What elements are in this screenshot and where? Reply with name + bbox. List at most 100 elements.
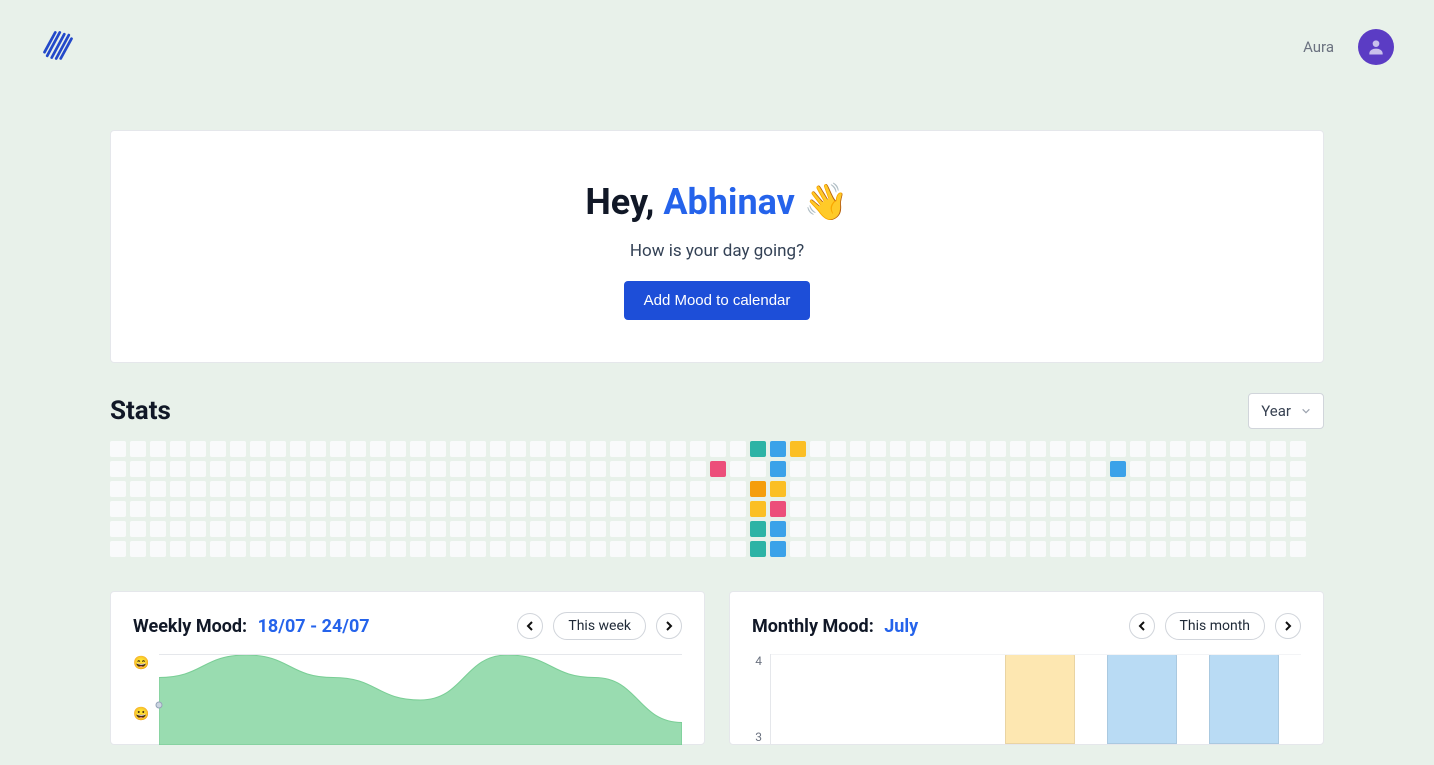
heatmap-cell[interactable] (830, 441, 846, 457)
heatmap-cell[interactable] (650, 441, 666, 457)
heatmap-cell[interactable] (790, 541, 806, 557)
heatmap-cell[interactable] (150, 441, 166, 457)
heatmap-cell[interactable] (850, 541, 866, 557)
heatmap-cell[interactable] (650, 541, 666, 557)
heatmap-cell[interactable] (630, 521, 646, 537)
heatmap-cell[interactable] (1170, 521, 1186, 537)
heatmap-cell[interactable] (770, 481, 786, 497)
heatmap-cell[interactable] (390, 521, 406, 537)
heatmap-cell[interactable] (1010, 541, 1026, 557)
heatmap-cell[interactable] (590, 481, 606, 497)
heatmap-cell[interactable] (770, 501, 786, 517)
heatmap-cell[interactable] (670, 461, 686, 477)
heatmap-cell[interactable] (170, 441, 186, 457)
heatmap-cell[interactable] (970, 441, 986, 457)
heatmap-cell[interactable] (1130, 461, 1146, 477)
heatmap-cell[interactable] (810, 541, 826, 557)
heatmap-cell[interactable] (290, 541, 306, 557)
heatmap-cell[interactable] (390, 481, 406, 497)
heatmap-cell[interactable] (930, 461, 946, 477)
heatmap-cell[interactable] (370, 441, 386, 457)
heatmap-cell[interactable] (590, 501, 606, 517)
heatmap-cell[interactable] (1150, 481, 1166, 497)
heatmap-cell[interactable] (330, 461, 346, 477)
heatmap-cell[interactable] (250, 541, 266, 557)
heatmap-cell[interactable] (590, 521, 606, 537)
heatmap-cell[interactable] (830, 481, 846, 497)
heatmap-cell[interactable] (1030, 521, 1046, 537)
heatmap-cell[interactable] (750, 481, 766, 497)
heatmap-cell[interactable] (630, 481, 646, 497)
heatmap-cell[interactable] (290, 461, 306, 477)
heatmap-cell[interactable] (750, 521, 766, 537)
heatmap-cell[interactable] (1030, 481, 1046, 497)
heatmap-cell[interactable] (850, 521, 866, 537)
heatmap-cell[interactable] (670, 521, 686, 537)
heatmap-cell[interactable] (490, 521, 506, 537)
heatmap-cell[interactable] (650, 481, 666, 497)
weekly-prev-button[interactable] (517, 613, 543, 639)
heatmap-cell[interactable] (150, 521, 166, 537)
heatmap-cell[interactable] (410, 461, 426, 477)
heatmap-cell[interactable] (950, 521, 966, 537)
heatmap-cell[interactable] (810, 501, 826, 517)
heatmap-cell[interactable] (110, 501, 126, 517)
heatmap-cell[interactable] (870, 461, 886, 477)
heatmap-cell[interactable] (670, 441, 686, 457)
heatmap-cell[interactable] (590, 461, 606, 477)
heatmap-cell[interactable] (210, 481, 226, 497)
heatmap-cell[interactable] (1270, 501, 1286, 517)
heatmap-cell[interactable] (410, 501, 426, 517)
heatmap-cell[interactable] (290, 521, 306, 537)
heatmap-cell[interactable] (1170, 461, 1186, 477)
heatmap-cell[interactable] (950, 541, 966, 557)
heatmap-cell[interactable] (490, 541, 506, 557)
heatmap-cell[interactable] (110, 461, 126, 477)
heatmap-cell[interactable] (1210, 441, 1226, 457)
heatmap-cell[interactable] (610, 461, 626, 477)
heatmap-cell[interactable] (430, 541, 446, 557)
heatmap-cell[interactable] (1290, 481, 1306, 497)
heatmap-cell[interactable] (1130, 541, 1146, 557)
heatmap-cell[interactable] (310, 481, 326, 497)
heatmap-cell[interactable] (130, 521, 146, 537)
heatmap-cell[interactable] (690, 501, 706, 517)
heatmap-cell[interactable] (450, 461, 466, 477)
heatmap-cell[interactable] (1050, 501, 1066, 517)
weekly-period-button[interactable]: This week (553, 612, 646, 640)
heatmap-cell[interactable] (1230, 521, 1246, 537)
heatmap-cell[interactable] (550, 521, 566, 537)
heatmap-cell[interactable] (110, 481, 126, 497)
heatmap-cell[interactable] (1070, 461, 1086, 477)
heatmap-cell[interactable] (390, 441, 406, 457)
heatmap-cell[interactable] (1190, 461, 1206, 477)
heatmap-cell[interactable] (450, 501, 466, 517)
heatmap-cell[interactable] (630, 441, 646, 457)
heatmap-cell[interactable] (190, 541, 206, 557)
heatmap-cell[interactable] (130, 501, 146, 517)
heatmap-cell[interactable] (1050, 441, 1066, 457)
heatmap-cell[interactable] (1210, 501, 1226, 517)
heatmap-cell[interactable] (730, 521, 746, 537)
heatmap-cell[interactable] (1050, 541, 1066, 557)
heatmap-cell[interactable] (290, 441, 306, 457)
heatmap-cell[interactable] (410, 541, 426, 557)
heatmap-cell[interactable] (230, 441, 246, 457)
heatmap-cell[interactable] (1250, 541, 1266, 557)
heatmap-cell[interactable] (290, 501, 306, 517)
heatmap-cell[interactable] (1110, 441, 1126, 457)
heatmap-cell[interactable] (330, 521, 346, 537)
heatmap-cell[interactable] (150, 541, 166, 557)
heatmap-cell[interactable] (1210, 521, 1226, 537)
heatmap-cell[interactable] (1190, 501, 1206, 517)
heatmap-cell[interactable] (970, 541, 986, 557)
heatmap-cell[interactable] (390, 461, 406, 477)
heatmap-cell[interactable] (1010, 441, 1026, 457)
heatmap-cell[interactable] (930, 441, 946, 457)
heatmap-cell[interactable] (1050, 481, 1066, 497)
heatmap-cell[interactable] (410, 481, 426, 497)
heatmap-cell[interactable] (1230, 441, 1246, 457)
heatmap-cell[interactable] (1250, 461, 1266, 477)
range-selector[interactable]: Year (1248, 393, 1324, 429)
heatmap-cell[interactable] (910, 541, 926, 557)
